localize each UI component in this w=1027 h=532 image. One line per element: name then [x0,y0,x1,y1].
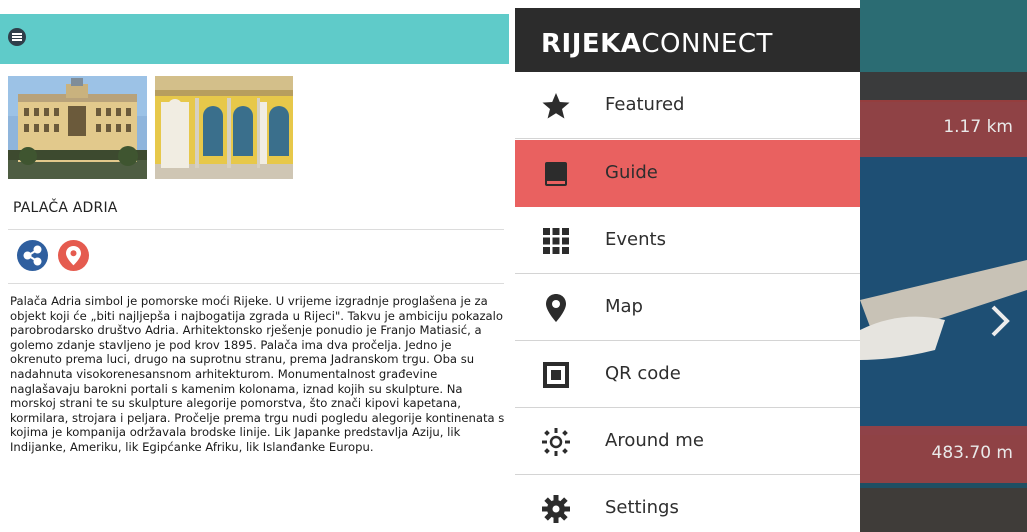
divider [8,283,504,284]
hamburger-icon[interactable] [8,28,26,46]
app-logo: RIJEKACONNECT [541,29,773,59]
map-pin-icon [546,294,566,322]
drawer-screen: 1.17 km 483.70 m RIJEKACONNECT Featured … [515,0,1027,532]
qr-code-icon [543,362,569,388]
navigation-drawer: RIJEKACONNECT Featured Guide Events Map … [515,0,860,532]
gear-icon [542,495,570,523]
menu-item-label: Settings [605,497,679,518]
divider [515,138,860,139]
chevron-right-icon[interactable] [987,301,1015,341]
poi-detail-screen: PALAČA ADRIA Palača Adria simbol je pomo… [0,0,509,532]
poi-title: PALAČA ADRIA [13,200,118,216]
poi-description: Palača Adria simbol je pomorske moći Rij… [10,294,505,454]
menu-item-label: Guide [605,162,658,183]
map-pin-icon[interactable] [58,240,89,271]
menu-item-settings[interactable]: Settings [515,475,860,532]
menu-item-around-me[interactable]: Around me [515,408,860,475]
share-icon[interactable] [17,240,48,271]
book-icon [545,162,567,186]
divider [8,229,504,230]
poi-photo-facade[interactable] [8,76,147,179]
distance-badge: 1.17 km [860,100,1027,157]
app-header [0,14,509,64]
menu-item-label: Map [605,296,643,317]
menu-item-map[interactable]: Map [515,274,860,341]
menu-item-label: Around me [605,430,704,451]
grid-icon [543,228,569,254]
menu-item-label: Events [605,229,666,250]
radar-icon [542,428,570,456]
poi-photo-statues[interactable] [155,76,293,179]
menu-item-qr-code[interactable]: QR code [515,341,860,408]
star-icon [542,93,570,119]
drawer-header: RIJEKACONNECT [515,8,860,72]
distance-badge: 483.70 m [860,426,1027,483]
menu-item-label: QR code [605,363,681,384]
distance-text: 1.17 km [943,117,1013,137]
menu-item-featured[interactable]: Featured [515,72,860,139]
menu-item-events[interactable]: Events [515,207,860,274]
distance-text: 483.70 m [931,443,1013,463]
menu-item-guide[interactable]: Guide [515,140,860,207]
menu-item-label: Featured [605,94,685,115]
